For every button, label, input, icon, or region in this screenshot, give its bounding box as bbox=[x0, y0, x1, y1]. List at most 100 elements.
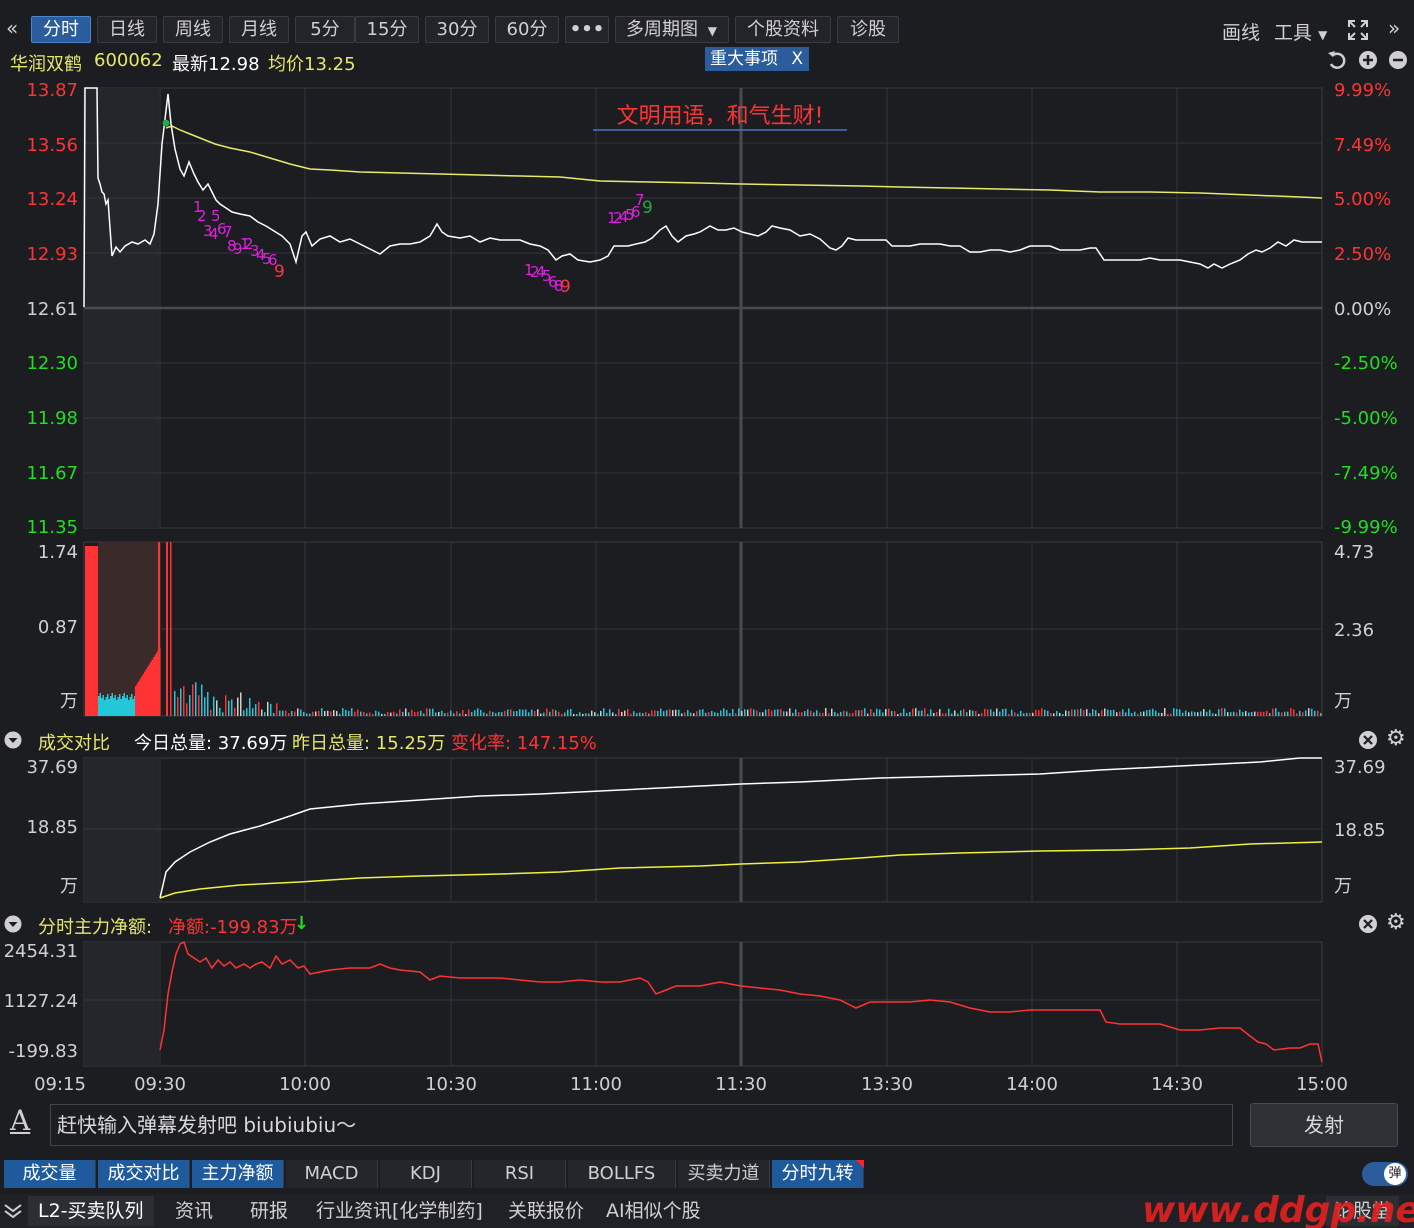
tab-indicator-compare[interactable]: 成交对比 bbox=[98, 1160, 190, 1188]
volume-bar bbox=[762, 712, 764, 716]
volume-bar bbox=[441, 710, 443, 716]
major-event-tag[interactable]: 重大事项 X bbox=[705, 47, 809, 71]
volume-bar bbox=[882, 712, 884, 716]
collapse-icon[interactable] bbox=[4, 731, 22, 749]
volume-bar bbox=[327, 710, 329, 716]
stock-name: 华润双鹤 bbox=[10, 54, 82, 75]
double-chevron-left-icon[interactable]: « bbox=[6, 16, 18, 40]
tab-indicator-macd[interactable]: MACD bbox=[286, 1160, 378, 1188]
tab-indicator-rsi[interactable]: RSI bbox=[474, 1160, 566, 1188]
percent-tick: 2.50% bbox=[1334, 244, 1391, 265]
volume-bar bbox=[117, 697, 119, 716]
volume-bar bbox=[597, 713, 599, 716]
danmu-input[interactable]: 赶快输入弹幕发射吧 biubiubiu～ bbox=[50, 1104, 1233, 1146]
multi-period-dropdown[interactable]: 多周期图 ▼ bbox=[615, 16, 729, 43]
double-chevron-down-icon[interactable] bbox=[4, 1204, 22, 1218]
tools-dropdown[interactable]: 工具 ▼ bbox=[1274, 18, 1327, 45]
tab-indicator-bollfs[interactable]: BOLLFS bbox=[568, 1160, 676, 1188]
tab-industry-news[interactable]: 行业资讯[化学制药] bbox=[316, 1196, 483, 1226]
volume-bar bbox=[237, 697, 239, 716]
tab-period-15min[interactable]: 15分 bbox=[355, 16, 419, 43]
volume-bar bbox=[1047, 710, 1049, 716]
volume-bar bbox=[927, 713, 929, 716]
volume-bar bbox=[738, 708, 740, 716]
tab-l2-queue[interactable]: L2-买卖队列 bbox=[28, 1196, 154, 1226]
volume-bar bbox=[258, 701, 260, 716]
volume-bar bbox=[381, 713, 383, 716]
volume-bar bbox=[492, 711, 494, 716]
volume-bar bbox=[166, 542, 168, 716]
close-icon[interactable] bbox=[1358, 730, 1378, 750]
volume-bar bbox=[990, 709, 992, 716]
percent-tick: -9.99% bbox=[1334, 517, 1398, 538]
volume-bar bbox=[975, 711, 977, 716]
tab-indicator-buy-sell-force[interactable]: 买卖力道 bbox=[678, 1160, 770, 1188]
volume-bar bbox=[573, 713, 575, 716]
volume-bar bbox=[132, 699, 134, 716]
zoom-out-icon[interactable] bbox=[1389, 51, 1407, 69]
nine-turn-digit: 9 bbox=[642, 198, 653, 218]
danmu-toggle[interactable]: 弹 bbox=[1362, 1162, 1408, 1186]
volume-bar bbox=[1251, 711, 1253, 716]
stock-info-button[interactable]: 个股资料 bbox=[735, 16, 831, 43]
collapse-icon[interactable] bbox=[4, 915, 22, 933]
close-icon[interactable]: X bbox=[791, 49, 803, 69]
fire-danmu-button[interactable]: 发射 bbox=[1250, 1103, 1398, 1147]
diagnose-button[interactable]: 诊股 bbox=[837, 16, 899, 43]
tab-indicator-nine-turn[interactable]: 分时九转 bbox=[772, 1160, 864, 1188]
close-icon[interactable] bbox=[1358, 914, 1378, 934]
volume-bar bbox=[309, 713, 311, 716]
undo-icon[interactable] bbox=[1328, 51, 1346, 69]
zoom-in-icon[interactable] bbox=[1359, 51, 1377, 69]
gear-icon[interactable]: ⚙ bbox=[1386, 726, 1406, 751]
draw-line-button[interactable]: 画线 bbox=[1222, 18, 1260, 45]
tab-period-30min[interactable]: 30分 bbox=[425, 16, 489, 43]
fullscreen-icon[interactable] bbox=[1346, 18, 1370, 42]
tab-ai-similar[interactable]: AI相似个股 bbox=[606, 1196, 701, 1226]
gear-icon[interactable]: ⚙ bbox=[1386, 910, 1406, 935]
time-tick: 09:30 bbox=[134, 1074, 186, 1095]
tab-related-quotes[interactable]: 关联报价 bbox=[508, 1196, 584, 1226]
double-chevron-right-icon[interactable]: » bbox=[1388, 16, 1400, 40]
volume-bar bbox=[342, 708, 344, 716]
tab-period-daily[interactable]: 日线 bbox=[97, 16, 157, 43]
tab-indicator-volume[interactable]: 成交量 bbox=[4, 1160, 96, 1188]
tab-period-weekly[interactable]: 周线 bbox=[163, 16, 223, 43]
price-volume-chart[interactable]: 文明用语，和气生财! 1 2 5 3 4 6 7 8 9 1 2 3 4 5 6… bbox=[0, 74, 1414, 724]
volume-bar bbox=[1086, 709, 1088, 716]
volume-bar bbox=[1158, 712, 1160, 716]
volume-bar bbox=[570, 708, 572, 716]
volume-bar bbox=[145, 669, 147, 716]
tab-indicator-net-flow[interactable]: 主力净额 bbox=[192, 1160, 284, 1188]
tab-period-5min[interactable]: 5分 bbox=[295, 16, 355, 43]
volume-bar bbox=[120, 542, 122, 716]
volume-bar bbox=[924, 708, 926, 716]
volume-bar bbox=[639, 712, 641, 716]
volume-bar bbox=[855, 710, 857, 716]
volume-bar bbox=[978, 713, 980, 716]
volume-bar bbox=[138, 681, 140, 716]
volume-bar bbox=[705, 712, 707, 716]
tab-period-monthly[interactable]: 月线 bbox=[229, 16, 289, 43]
volume-bar bbox=[1080, 708, 1082, 716]
tab-research[interactable]: 研报 bbox=[250, 1196, 288, 1226]
volume-bar bbox=[984, 708, 986, 716]
volume-bar bbox=[154, 654, 156, 716]
volume-bar bbox=[306, 713, 308, 716]
compare-tick: 37.69 bbox=[26, 757, 78, 778]
volume-bar bbox=[390, 712, 392, 716]
tab-news[interactable]: 资讯 bbox=[175, 1196, 213, 1226]
tab-period-intraday[interactable]: 分时 bbox=[31, 16, 91, 43]
volume-bar bbox=[438, 711, 440, 716]
volume-bar bbox=[129, 697, 131, 716]
volume-bar bbox=[315, 711, 317, 716]
volume-bar bbox=[612, 712, 614, 716]
tab-indicator-kdj[interactable]: KDJ bbox=[380, 1160, 472, 1188]
tab-period-60min[interactable]: 60分 bbox=[495, 16, 559, 43]
font-a-icon[interactable]: A bbox=[10, 1104, 38, 1140]
time-tick: 14:30 bbox=[1151, 1074, 1203, 1095]
volume-bar bbox=[1263, 711, 1265, 716]
more-periods-button[interactable]: ••• bbox=[565, 16, 609, 43]
volume-bar bbox=[1266, 710, 1268, 716]
time-tick: 11:30 bbox=[715, 1074, 767, 1095]
